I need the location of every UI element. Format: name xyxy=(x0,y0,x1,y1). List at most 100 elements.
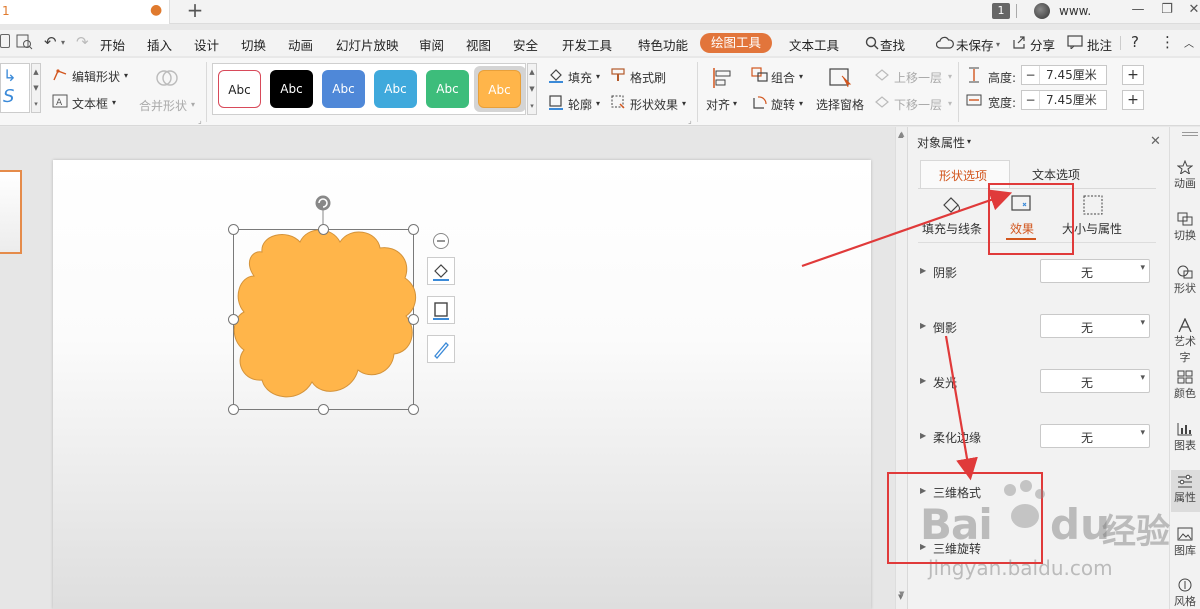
selection-pane-icon[interactable] xyxy=(828,66,854,90)
sidebar-item-properties[interactable]: 属性 xyxy=(1170,474,1200,505)
search-icon[interactable] xyxy=(865,36,879,50)
rotate-dropdown-icon[interactable]: ▾ xyxy=(799,99,803,108)
share-icon[interactable] xyxy=(1012,35,1026,49)
more-icon[interactable]: ⋮ xyxy=(1160,33,1175,51)
share-button[interactable]: 分享 xyxy=(1030,35,1055,54)
sidebar-item-transition[interactable]: 切换 xyxy=(1170,212,1200,243)
quick-fill-button[interactable] xyxy=(427,257,455,285)
unsaved-status[interactable]: 未保存 xyxy=(956,35,994,54)
edit-shape-button[interactable]: 编辑形状 xyxy=(72,68,120,85)
height-field[interactable]: − 7.45厘米 xyxy=(1021,65,1107,85)
print-icon[interactable] xyxy=(0,34,10,48)
group-icon[interactable] xyxy=(751,67,769,83)
help-button[interactable]: ? xyxy=(1131,33,1139,51)
outline-icon[interactable] xyxy=(548,94,564,110)
height-decrement-button[interactable]: − xyxy=(1022,66,1040,84)
menu-security[interactable]: 安全 xyxy=(513,35,538,54)
width-field[interactable]: − 7.45厘米 xyxy=(1021,90,1107,110)
panel-title[interactable]: 对象属性 xyxy=(917,134,965,151)
minimize-icon[interactable]: — xyxy=(1128,2,1148,20)
height-increment-button[interactable]: + xyxy=(1122,65,1144,85)
align-button[interactable]: 对齐 xyxy=(706,96,730,113)
panel-title-dropdown-icon[interactable]: ▾ xyxy=(967,137,971,146)
menu-drawing-tools[interactable]: 绘图工具 xyxy=(700,33,772,53)
group-dropdown-icon[interactable]: ▾ xyxy=(799,72,803,81)
width-decrement-button[interactable]: − xyxy=(1022,91,1040,109)
restore-icon[interactable]: ❐ xyxy=(1157,2,1177,20)
align-dropdown-icon[interactable]: ▾ xyxy=(733,99,737,108)
style-green[interactable]: Abc xyxy=(426,70,469,108)
menu-slideshow[interactable]: 幻灯片放映 xyxy=(336,35,399,54)
panel-scroll-down-icon[interactable]: ▼ xyxy=(899,590,904,598)
rotate-handle[interactable] xyxy=(315,195,331,211)
fill-dropdown-icon[interactable]: ▾ xyxy=(596,72,600,81)
send-backward-button[interactable]: 下移一层 xyxy=(894,96,942,113)
cloud-shape[interactable] xyxy=(222,190,427,420)
menu-animation[interactable]: 动画 xyxy=(288,35,313,54)
outline-button[interactable]: 轮廓 xyxy=(568,96,592,113)
rotate-icon[interactable] xyxy=(751,94,769,110)
sidebar-item-style[interactable]: 风格 xyxy=(1170,578,1200,609)
menu-view[interactable]: 视图 xyxy=(466,35,491,54)
menu-developer[interactable]: 开发工具 xyxy=(562,35,612,54)
sidebar-item-wordart[interactable]: 艺术字 xyxy=(1170,318,1200,365)
sidebar-item-shapes[interactable]: 形状 xyxy=(1170,265,1200,296)
merge-shape-button[interactable]: 合并形状 xyxy=(139,97,187,114)
menu-transition[interactable]: 切换 xyxy=(241,35,266,54)
new-tab-button[interactable]: + xyxy=(184,0,206,22)
sidebar-item-colors[interactable]: 颜色 xyxy=(1170,370,1200,401)
close-window-icon[interactable]: ✕ xyxy=(1184,2,1200,20)
shape-gallery-scroll[interactable]: ▲ ▼ ▾ xyxy=(31,63,41,113)
menu-find[interactable]: 查找 xyxy=(880,35,905,54)
text-box-button[interactable]: 文本框 xyxy=(72,95,108,112)
shape-effect-button[interactable]: 形状效果 xyxy=(630,96,678,113)
undo-dropdown-icon[interactable]: ▾ xyxy=(61,38,65,47)
shadow-select[interactable]: 无 ▾ xyxy=(1040,259,1150,283)
unsaved-dropdown-icon[interactable]: ▾ xyxy=(996,40,1000,49)
panel-scroll-up-icon[interactable]: ▲ xyxy=(899,130,904,138)
menu-insert[interactable]: 插入 xyxy=(147,35,172,54)
style-gallery-scroll[interactable]: ▲ ▼ ▾ xyxy=(527,63,537,115)
shape-effect-dropdown-icon[interactable]: ▾ xyxy=(682,99,686,108)
sidebar-item-gallery[interactable]: 图库 xyxy=(1170,527,1200,558)
fill-button[interactable]: 填充 xyxy=(568,69,592,86)
bring-forward-button[interactable]: 上移一层 xyxy=(894,69,942,86)
sidebar-grip-icon[interactable] xyxy=(1182,132,1198,133)
sidebar-item-animation[interactable]: 动画 xyxy=(1170,160,1200,191)
avatar[interactable] xyxy=(1034,3,1050,19)
group-button[interactable]: 组合 xyxy=(771,69,795,86)
format-painter-icon[interactable] xyxy=(610,67,626,83)
edit-shape-icon[interactable] xyxy=(52,68,68,82)
menu-features[interactable]: 特色功能 xyxy=(638,35,688,54)
launcher-icon[interactable]: ⌟ xyxy=(198,116,202,125)
slide-canvas[interactable] xyxy=(53,160,871,609)
width-increment-button[interactable]: + xyxy=(1122,90,1144,110)
comment-icon[interactable] xyxy=(1067,35,1083,49)
soft-edges-select[interactable]: 无 ▾ xyxy=(1040,424,1150,448)
slide-thumbnail[interactable] xyxy=(0,170,22,254)
menu-text-tools[interactable]: 文本工具 xyxy=(789,35,839,54)
format-painter-button[interactable]: 格式刷 xyxy=(630,69,666,86)
close-icon[interactable]: ✕ xyxy=(1150,134,1161,149)
menu-design[interactable]: 设计 xyxy=(194,35,219,54)
text-box-icon[interactable]: A xyxy=(52,94,68,108)
align-icon[interactable] xyxy=(711,66,735,90)
shape-gallery[interactable]: ↳ S xyxy=(0,63,30,113)
outline-dropdown-icon[interactable]: ▾ xyxy=(596,99,600,108)
quick-style-button[interactable] xyxy=(427,335,455,363)
menu-home[interactable]: 开始 xyxy=(100,35,125,54)
glow-select[interactable]: 无 ▾ xyxy=(1040,369,1150,393)
selection-pane-button[interactable]: 选择窗格 xyxy=(816,96,864,113)
style-black[interactable]: Abc xyxy=(270,70,313,108)
comment-button[interactable]: 批注 xyxy=(1087,35,1112,54)
text-box-dropdown-icon[interactable]: ▾ xyxy=(112,98,116,107)
username[interactable]: www. xyxy=(1059,4,1091,18)
reflection-select[interactable]: 无 ▾ xyxy=(1040,314,1150,338)
rotate-button[interactable]: 旋转 xyxy=(771,96,795,113)
edit-shape-dropdown-icon[interactable]: ▾ xyxy=(124,71,128,80)
style-orange[interactable]: Abc xyxy=(478,70,521,108)
quick-outline-button[interactable] xyxy=(427,296,455,324)
sidebar-item-charts[interactable]: 图表 xyxy=(1170,422,1200,453)
collapse-ribbon-icon[interactable]: ︿ xyxy=(1184,35,1194,50)
menu-review[interactable]: 审阅 xyxy=(419,35,444,54)
